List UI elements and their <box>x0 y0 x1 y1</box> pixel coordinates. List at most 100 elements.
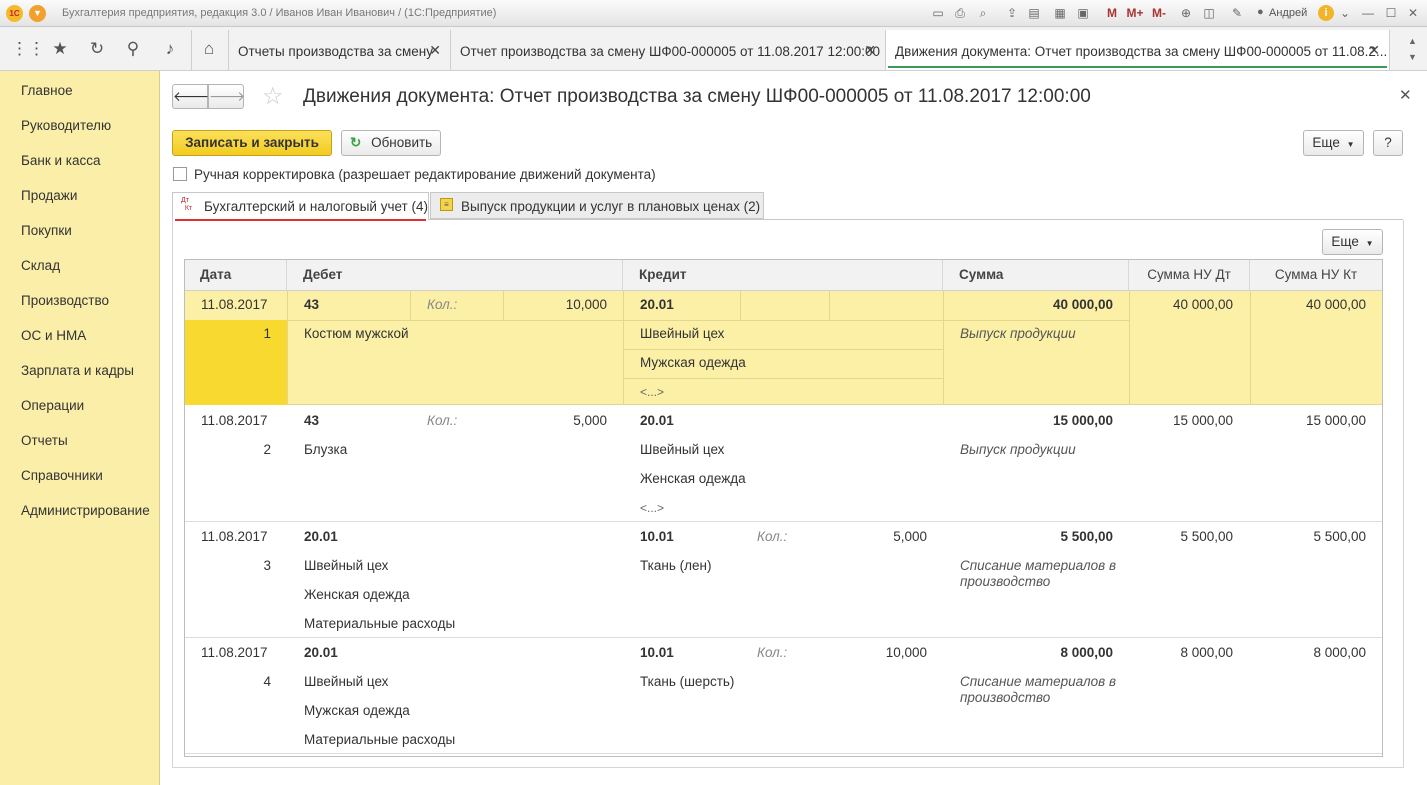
file-icon[interactable]: ▤ <box>1026 5 1042 21</box>
calendar-icon[interactable]: ▣ <box>1075 5 1091 21</box>
attach-icon[interactable]: ⇪ <box>1004 5 1020 21</box>
subtab-planned-prices[interactable]: ≡ Выпуск продукции и услуг в плановых це… <box>430 192 764 219</box>
active-subtab-indicator <box>175 219 426 221</box>
close-icon[interactable]: ✕ <box>864 42 876 59</box>
zoom-icon[interactable]: ⊕ <box>1178 5 1194 21</box>
mem-mminus-button[interactable]: M- <box>1148 5 1170 21</box>
dropdown-arrow-icon: ▼ <box>1365 239 1374 248</box>
panels-icon[interactable]: ◫ <box>1201 5 1217 21</box>
print-icon[interactable]: ⎙ <box>952 5 968 21</box>
close-window-icon[interactable]: ✕ <box>1405 5 1421 21</box>
preview-icon[interactable]: ⌕ <box>975 5 991 21</box>
credit-qty: 10,000 <box>885 645 927 660</box>
credit-subconto: Швейный цех <box>640 442 725 457</box>
credit-qty: 5,000 <box>893 529 927 544</box>
sidebar-item-production[interactable]: Производство <box>21 293 109 308</box>
mem-mplus-button[interactable]: M+ <box>1124 5 1146 21</box>
table-row[interactable]: 11.08.2017 2 43 Кол.: 5,000 Блузка 20.01… <box>185 406 1382 522</box>
sum-nu-kt: 40 000,00 <box>1305 297 1366 312</box>
more-label: Еще <box>1312 135 1340 150</box>
main-menu-icon[interactable]: ▼ <box>29 5 46 22</box>
save-icon[interactable]: ▭ <box>930 5 946 21</box>
tab-production-reports[interactable]: Отчеты производства за смену ✕ <box>228 30 450 70</box>
forward-button[interactable]: 🡒 <box>208 84 245 109</box>
debit-subconto: Швейный цех <box>304 674 389 689</box>
tab-document-movements[interactable]: Движения документа: Отчет производства з… <box>885 30 1390 70</box>
tabs-scroll-up-icon[interactable]: ▲ <box>1408 36 1417 46</box>
credit-subconto: Ткань (шерсть) <box>640 674 735 689</box>
sidebar-item-administration[interactable]: Администрирование <box>21 503 150 518</box>
credit-subconto: Женская одежда <box>640 471 746 486</box>
column-header-credit[interactable]: Кредит <box>623 260 943 291</box>
home-icon[interactable]: ⌂ <box>197 37 221 61</box>
more-button[interactable]: Еще ▼ <box>1303 130 1364 156</box>
window-title: Бухгалтерия предприятия, редакция 3.0 / … <box>62 7 497 19</box>
cell-divider <box>623 349 943 350</box>
subtab-accounting[interactable]: Дт Кт Бухгалтерский и налоговый учет (4) <box>172 192 429 221</box>
form-title: Движения документа: Отчет производства з… <box>303 86 1091 107</box>
table-row[interactable]: 11.08.2017 1 43 Кол.: 10,000 Костюм мужс… <box>185 291 1382 405</box>
table-row[interactable]: 11.08.2017 4 20.01 Швейный цех Мужская о… <box>185 639 1382 754</box>
search-icon[interactable]: ⚲ <box>121 37 145 61</box>
debit-qty-label: Кол.: <box>427 413 458 428</box>
close-form-icon[interactable]: ✕ <box>1399 86 1412 104</box>
manual-edit-checkbox[interactable] <box>173 167 187 181</box>
sidebar-item-fixed-assets[interactable]: ОС и НМА <box>21 328 86 343</box>
notifications-bell-icon[interactable]: ♪ <box>158 37 182 61</box>
credit-subconto: Швейный цех <box>640 326 725 341</box>
credit-account: 10.01 <box>640 529 674 544</box>
table-row[interactable]: 11.08.2017 3 20.01 Швейный цех Женская о… <box>185 523 1382 638</box>
cell-divider <box>740 291 741 320</box>
sidebar-item-directories[interactable]: Справочники <box>21 468 103 483</box>
favorite-star-icon[interactable]: ☆ <box>262 82 284 111</box>
debit-account: 20.01 <box>304 529 338 544</box>
back-button[interactable]: 🡐 <box>172 84 209 109</box>
debit-account: 20.01 <box>304 645 338 660</box>
sidebar-item-bank[interactable]: Банк и касса <box>21 153 101 168</box>
sidebar-item-main[interactable]: Главное <box>21 83 73 98</box>
sidebar-item-warehouse[interactable]: Склад <box>21 258 60 273</box>
history-icon[interactable]: ↻ <box>85 37 109 61</box>
minimize-icon[interactable]: — <box>1360 5 1376 21</box>
form-frame-bottom <box>172 767 1403 768</box>
refresh-button[interactable]: ↻ Обновить <box>341 130 441 156</box>
column-header-date[interactable]: Дата <box>185 260 287 291</box>
table-more-button[interactable]: Еще ▼ <box>1322 229 1383 255</box>
tools-icon[interactable]: ✎ <box>1229 5 1245 21</box>
help-button[interactable]: ? <box>1373 130 1403 156</box>
calculator-icon[interactable]: ▦ <box>1052 5 1068 21</box>
sidebar-item-operations[interactable]: Операции <box>21 398 84 413</box>
sum-nu-dt: 8 000,00 <box>1180 645 1233 660</box>
credit-qty-label: Кол.: <box>757 529 788 544</box>
maximize-icon[interactable]: ☐ <box>1383 5 1399 21</box>
sum: 8 000,00 <box>1060 645 1113 660</box>
sidebar-item-salary[interactable]: Зарплата и кадры <box>21 363 134 378</box>
favorites-star-icon[interactable]: ★ <box>48 37 72 61</box>
user-name[interactable]: Андрей <box>1269 7 1307 19</box>
sidebar-item-purchases[interactable]: Покупки <box>21 223 72 238</box>
column-header-sum-nu-kt[interactable]: Сумма НУ Кт <box>1250 260 1382 291</box>
apps-grid-icon[interactable]: ⋮⋮ <box>11 37 45 61</box>
cell-divider <box>829 291 830 320</box>
save-close-button[interactable]: Записать и закрыть <box>172 130 332 156</box>
close-icon[interactable]: ✕ <box>1368 42 1380 59</box>
sidebar-item-manager[interactable]: Руководителю <box>21 118 111 133</box>
tab-production-report-doc[interactable]: Отчет производства за смену ШФ00-000005 … <box>450 30 885 70</box>
movements-table[interactable]: Дата Дебет Кредит Сумма Сумма НУ Дт Сумм… <box>184 259 1383 757</box>
column-header-sum-nu-dt[interactable]: Сумма НУ Дт <box>1129 260 1250 291</box>
sidebar-item-sales[interactable]: Продажи <box>21 188 77 203</box>
form-frame-left <box>172 220 173 768</box>
manual-edit-label[interactable]: Ручная корректировка (разрешает редактир… <box>194 167 656 182</box>
info-icon[interactable]: i <box>1318 5 1334 21</box>
column-header-debit[interactable]: Дебет <box>287 260 623 291</box>
chevron-down-icon[interactable]: ⌄ <box>1337 5 1353 21</box>
sidebar-item-reports[interactable]: Отчеты <box>21 433 68 448</box>
column-header-sum[interactable]: Сумма <box>943 260 1129 291</box>
dropdown-arrow-icon: ▼ <box>1346 140 1355 149</box>
close-icon[interactable]: ✕ <box>429 42 441 59</box>
user-icon: ● <box>1257 6 1264 18</box>
tabs-scroll-down-icon[interactable]: ▼ <box>1408 52 1417 62</box>
tab-label: Отчеты производства за смену <box>238 44 433 59</box>
mem-m-button[interactable]: M <box>1104 5 1120 21</box>
credit-subconto: <...> <box>640 501 665 515</box>
